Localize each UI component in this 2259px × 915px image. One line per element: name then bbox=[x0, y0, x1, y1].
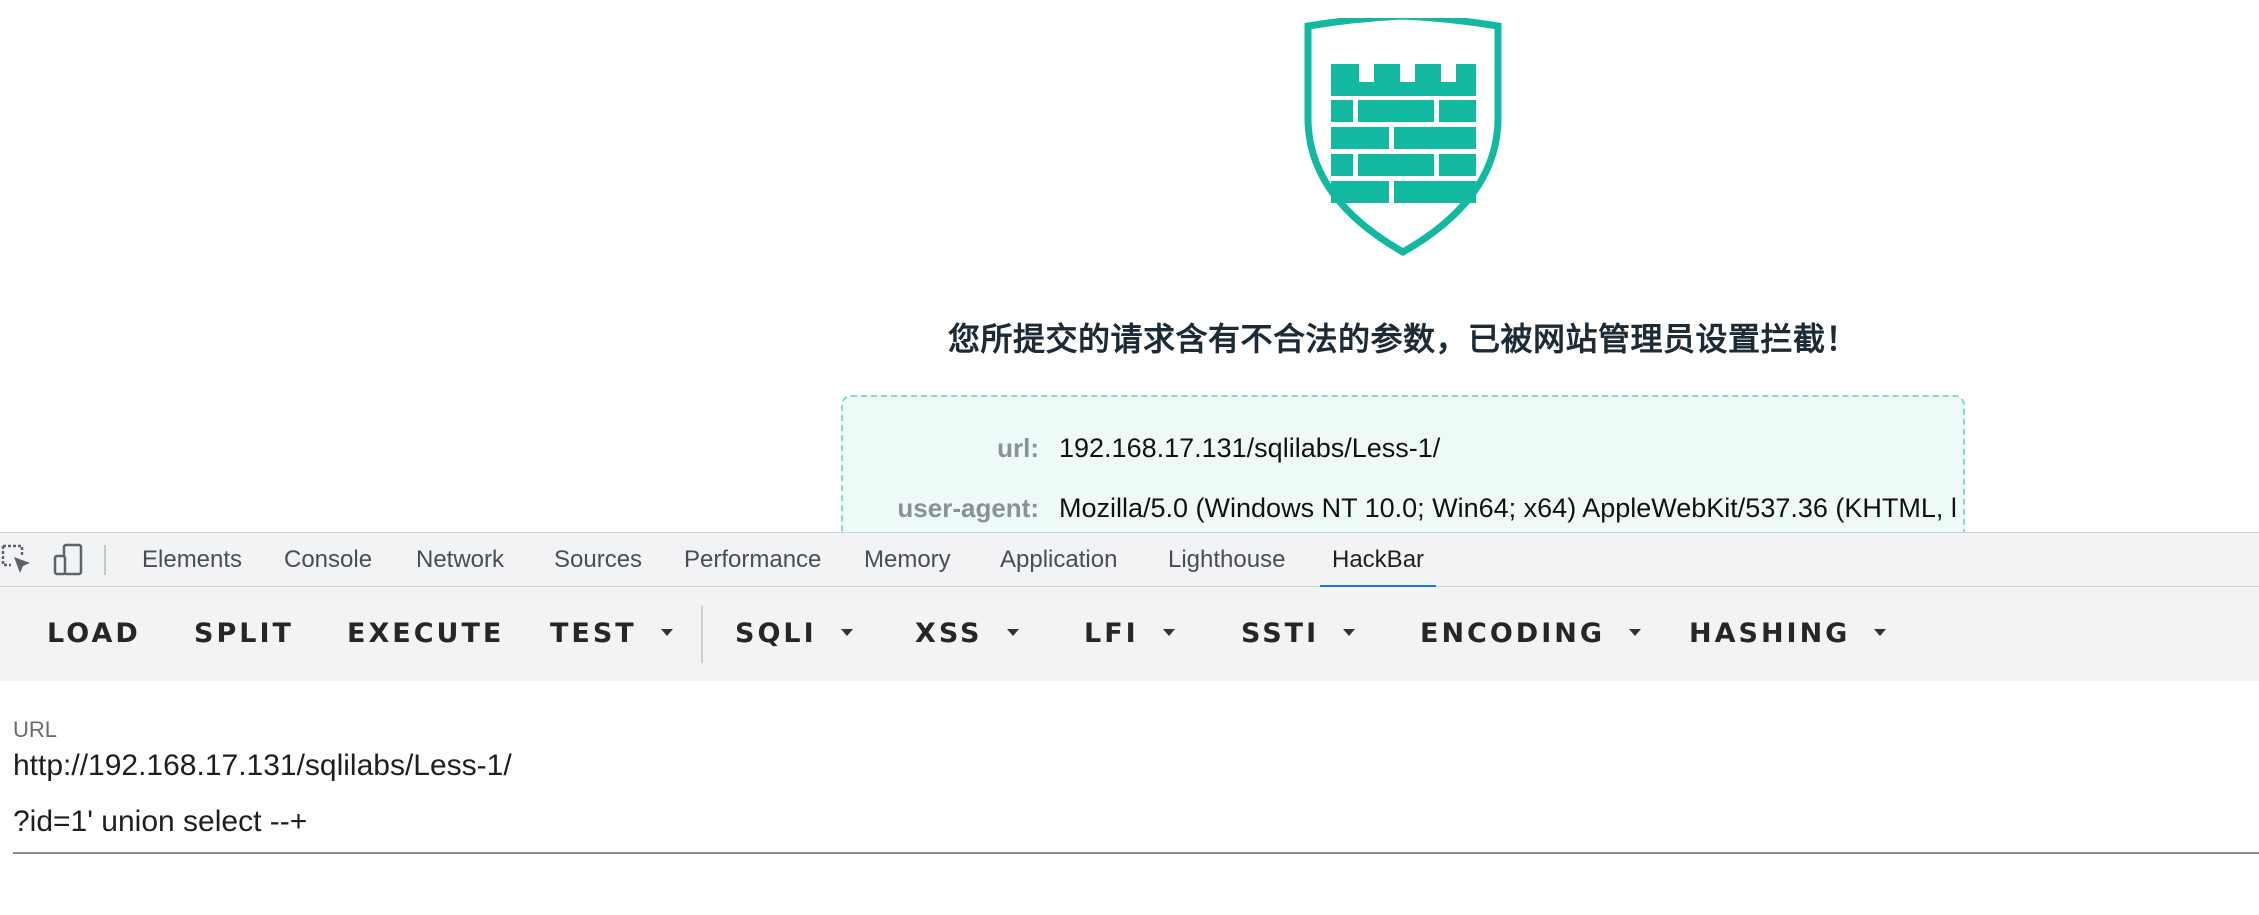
block-message: 您所提交的请求含有不合法的参数，已被网站管理员设置拦截！ bbox=[947, 320, 1858, 358]
encoding-dropdown[interactable]: ENCODING bbox=[1420, 587, 1642, 681]
encoding-label: ENCODING bbox=[1420, 618, 1606, 649]
execute-label: EXECUTE bbox=[347, 618, 505, 649]
ssti-dropdown[interactable]: SSTI bbox=[1241, 587, 1356, 681]
test-dropdown[interactable]: TEST bbox=[550, 587, 673, 681]
caret-down-icon bbox=[660, 629, 673, 636]
caret-down-icon bbox=[840, 629, 853, 636]
url-field-label: URL bbox=[13, 717, 58, 742]
tab-elements[interactable]: Elements bbox=[142, 533, 242, 587]
load-label: LOAD bbox=[47, 618, 141, 649]
toolbar-divider bbox=[701, 605, 703, 663]
url-line[interactable]: http://192.168.17.131/sqlilabs/Less-1/ bbox=[13, 749, 512, 783]
xss-label: XSS bbox=[915, 618, 983, 649]
caret-down-icon bbox=[1629, 629, 1642, 636]
tab-lighthouse[interactable]: Lighthouse bbox=[1168, 533, 1285, 587]
load-button[interactable]: LOAD bbox=[47, 587, 141, 681]
device-toolbar-icon[interactable] bbox=[52, 543, 86, 577]
tab-console[interactable]: Console bbox=[284, 533, 372, 587]
info-label: url: bbox=[997, 433, 1039, 463]
url-line[interactable]: ?id=1' union select --+ bbox=[13, 805, 307, 839]
caret-down-icon bbox=[1162, 629, 1175, 636]
hashing-dropdown[interactable]: HASHING bbox=[1689, 587, 1887, 681]
request-info-box: url: 192.168.17.131/sqlilabs/Less-1/ use… bbox=[841, 395, 1965, 532]
url-input-area[interactable]: URL http://192.168.17.131/sqlilabs/Less-… bbox=[0, 681, 2259, 915]
info-row-url: url: 192.168.17.131/sqlilabs/Less-1/ bbox=[843, 433, 1963, 473]
caret-down-icon bbox=[1006, 629, 1019, 636]
info-row-user-agent: user-agent: Mozilla/5.0 (Windows NT 10.0… bbox=[843, 493, 1963, 532]
lfi-dropdown[interactable]: LFI bbox=[1084, 587, 1175, 681]
info-label: user-agent: bbox=[897, 493, 1039, 523]
sqli-label: SQLI bbox=[735, 618, 817, 649]
tab-sources[interactable]: Sources bbox=[554, 533, 642, 587]
caret-down-icon bbox=[1874, 629, 1887, 636]
lfi-label: LFI bbox=[1084, 618, 1139, 649]
inspect-element-icon[interactable] bbox=[0, 543, 34, 577]
split-label: SPLIT bbox=[194, 618, 294, 649]
execute-button[interactable]: EXECUTE bbox=[347, 587, 504, 681]
tab-hackbar[interactable]: HackBar bbox=[1319, 533, 1437, 588]
tab-network[interactable]: Network bbox=[416, 533, 504, 587]
ssti-label: SSTI bbox=[1241, 618, 1320, 649]
toolbar-divider bbox=[104, 545, 106, 575]
tab-memory[interactable]: Memory bbox=[864, 533, 951, 587]
hackbar-toolbar: LOAD SPLIT EXECUTE TEST SQLI XSS LFI SST… bbox=[0, 587, 2259, 681]
hashing-label: HASHING bbox=[1689, 618, 1851, 649]
caret-down-icon bbox=[1343, 629, 1356, 636]
devtools-tabbar: Elements Console Network Sources Perform… bbox=[0, 533, 2259, 588]
web-page: 您所提交的请求含有不合法的参数，已被网站管理员设置拦截！ url: 192.16… bbox=[0, 0, 2259, 532]
xss-dropdown[interactable]: XSS bbox=[915, 587, 1019, 681]
url-field-underline bbox=[13, 852, 2259, 854]
tab-performance[interactable]: Performance bbox=[684, 533, 821, 587]
devtools-panel: Elements Console Network Sources Perform… bbox=[0, 532, 2259, 915]
shield-firewall-icon bbox=[1304, 18, 1502, 256]
test-label: TEST bbox=[550, 618, 637, 649]
info-value: 192.168.17.131/sqlilabs/Less-1/ bbox=[1059, 433, 1441, 463]
sqli-dropdown[interactable]: SQLI bbox=[735, 587, 853, 681]
tab-application[interactable]: Application bbox=[1000, 533, 1117, 587]
info-value: Mozilla/5.0 (Windows NT 10.0; Win64; x64… bbox=[1059, 493, 1957, 523]
split-button[interactable]: SPLIT bbox=[194, 587, 294, 681]
